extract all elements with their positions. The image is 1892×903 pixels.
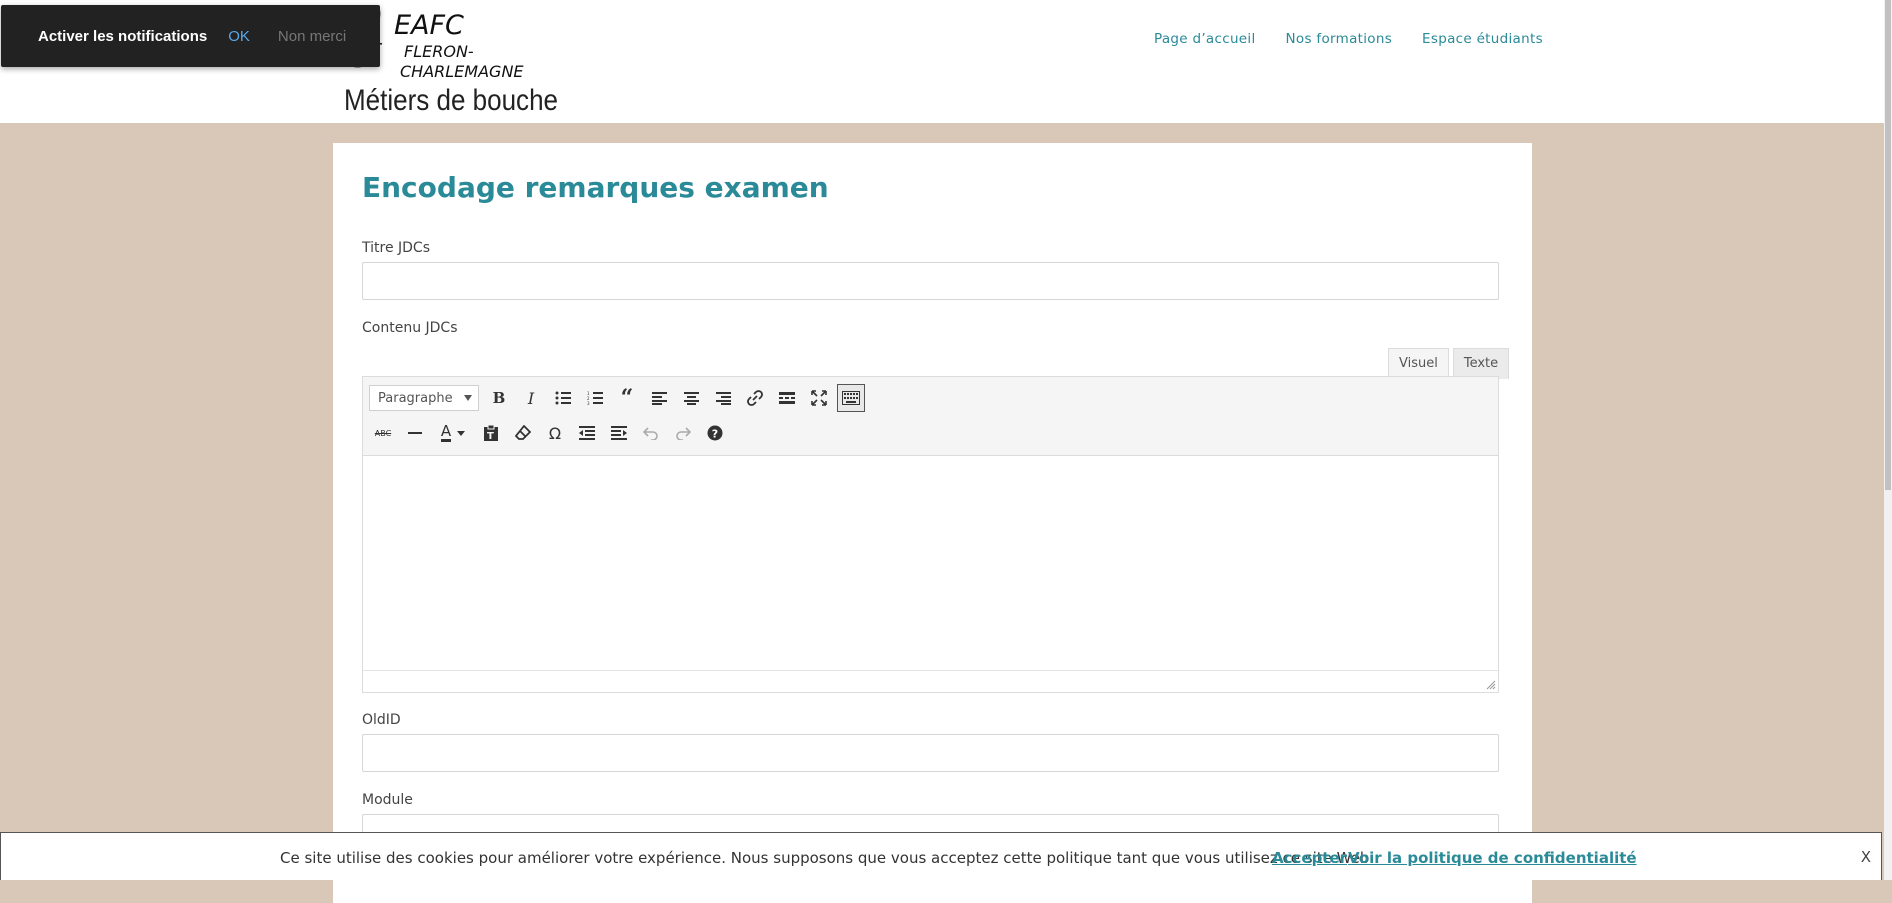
special-character-icon: Ω	[548, 423, 562, 443]
blockquote-icon: “	[620, 385, 634, 411]
notification-decline-button[interactable]: Non merci	[278, 28, 346, 45]
italic-button[interactable]: I	[517, 384, 545, 412]
read-more-button[interactable]	[773, 384, 801, 412]
help-icon: ?	[707, 425, 723, 441]
bullet-list-icon	[555, 391, 571, 405]
indent-icon	[611, 426, 627, 440]
align-left-button[interactable]	[645, 384, 673, 412]
align-center-icon	[683, 391, 699, 405]
link-icon	[747, 390, 763, 406]
logo-fleron-text: FLERON-	[404, 42, 474, 61]
privacy-policy-link[interactable]: Voir la politique de confidentialité	[1348, 849, 1637, 867]
paste-text-button[interactable]: T	[477, 419, 505, 447]
nav-formations-link[interactable]: Nos formations	[1286, 31, 1393, 47]
tab-visual[interactable]: Visuel	[1388, 348, 1449, 379]
scrollbar-thumb[interactable]	[1885, 0, 1891, 490]
align-left-icon	[651, 391, 667, 405]
titre-input[interactable]	[362, 262, 1499, 300]
outdent-button[interactable]	[573, 419, 601, 447]
undo-icon	[643, 427, 658, 440]
text-color-icon: A	[440, 422, 452, 442]
tab-text[interactable]: Texte	[1452, 348, 1510, 379]
redo-button[interactable]	[669, 419, 697, 447]
fullscreen-button[interactable]	[805, 384, 833, 412]
editor-content-area[interactable]	[363, 456, 1498, 671]
paste-text-icon: T	[484, 425, 498, 441]
blockquote-button[interactable]: “	[613, 384, 641, 412]
bullet-list-button[interactable]	[549, 384, 577, 412]
fullscreen-icon	[811, 390, 827, 406]
cookie-close-button[interactable]: X	[1861, 848, 1871, 866]
resize-handle-icon[interactable]	[1486, 680, 1496, 690]
chevron-down-icon	[464, 395, 472, 401]
titre-label: Titre JDCs	[362, 240, 430, 256]
bold-icon: B	[492, 389, 506, 407]
notification-ok-button[interactable]: OK	[228, 28, 250, 45]
svg-text:3: 3	[587, 401, 590, 405]
svg-text:T: T	[487, 431, 494, 441]
notification-prompt: Activer les notifications OK Non merci	[1, 5, 380, 67]
format-select[interactable]: Paragraphe	[369, 385, 479, 411]
toolbar-row-2: ABC A T Ω ?	[369, 419, 733, 447]
oldid-input[interactable]	[362, 734, 1499, 772]
contenu-label: Contenu JDCs	[362, 320, 458, 336]
clear-formatting-button[interactable]	[509, 419, 537, 447]
redo-icon	[676, 427, 691, 440]
align-center-button[interactable]	[677, 384, 705, 412]
read-more-icon	[779, 392, 795, 404]
horizontal-rule-icon	[408, 432, 422, 434]
bold-button[interactable]: B	[485, 384, 513, 412]
format-select-value: Paragraphe	[378, 390, 453, 406]
logo-metiers-text: Métiers de bouche	[344, 84, 558, 117]
toolbar-toggle-button[interactable]	[837, 384, 865, 412]
notification-message: Activer les notifications	[38, 27, 208, 45]
numbered-list-button[interactable]: 123	[581, 384, 609, 412]
editor-toolbar: Paragraphe B I 123 “ ABC A T Ω ?	[363, 377, 1498, 456]
form-card: Encodage remarques examen Titre JDCs Con…	[333, 143, 1532, 903]
rich-text-editor: Paragraphe B I 123 “ ABC A T Ω ?	[362, 376, 1499, 693]
outdent-icon	[579, 426, 595, 440]
cookie-consent-bar: Ce site utilise des cookies pour amélior…	[0, 832, 1882, 880]
undo-button[interactable]	[637, 419, 665, 447]
cookie-accept-link[interactable]: Accepter	[1272, 849, 1347, 867]
text-color-button[interactable]: A	[433, 419, 473, 447]
svg-text:?: ?	[712, 428, 718, 441]
align-right-icon	[715, 391, 731, 405]
align-right-button[interactable]	[709, 384, 737, 412]
page-title: Encodage remarques examen	[362, 171, 829, 204]
strikethrough-icon: ABC	[374, 428, 392, 438]
cookie-message: Ce site utilise des cookies pour amélior…	[280, 849, 1370, 867]
logo-eafc-text: EAFC	[394, 10, 464, 41]
italic-icon: I	[527, 388, 535, 408]
clear-formatting-icon	[515, 425, 531, 440]
numbered-list-icon: 123	[587, 391, 603, 405]
editor-status-bar	[363, 670, 1498, 692]
nav-home-link[interactable]: Page d’accueil	[1154, 31, 1256, 47]
page-scrollbar[interactable]	[1884, 0, 1892, 880]
toolbar-row-1: Paragraphe B I 123 “	[369, 384, 869, 412]
horizontal-rule-button[interactable]	[401, 419, 429, 447]
logo-charlemagne-text: CHARLEMAGNE	[400, 62, 524, 81]
editor-mode-tabs: Visuel Texte	[1388, 348, 1510, 379]
strikethrough-button[interactable]: ABC	[369, 419, 397, 447]
help-button[interactable]: ?	[701, 419, 729, 447]
main-nav: Page d’accueil Nos formations Espace étu…	[1154, 31, 1543, 47]
module-label: Module	[362, 792, 413, 808]
chevron-down-icon	[457, 430, 466, 436]
special-character-button[interactable]: Ω	[541, 419, 569, 447]
toolbar-toggle-icon	[842, 391, 860, 405]
nav-students-link[interactable]: Espace étudiants	[1422, 31, 1543, 47]
link-button[interactable]	[741, 384, 769, 412]
indent-button[interactable]	[605, 419, 633, 447]
oldid-label: OldID	[362, 712, 401, 728]
